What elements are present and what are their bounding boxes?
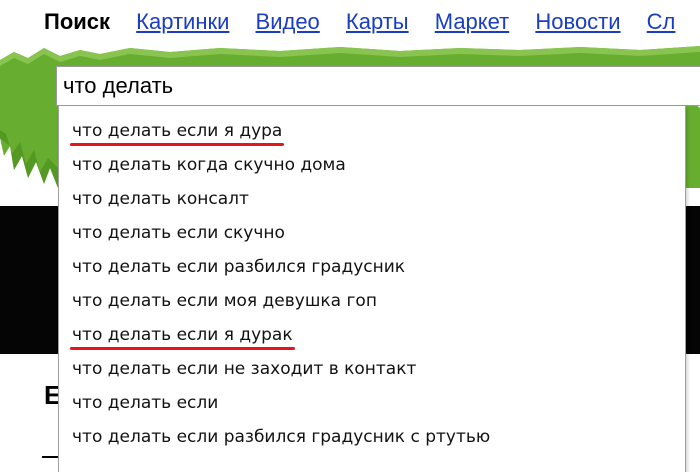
suggestion-item[interactable]: что делать консалт (72, 182, 249, 216)
suggestion-text: что делать консалт (72, 189, 249, 209)
suggestion-text: что делать если разбился градусник (72, 257, 406, 277)
suggestion-item[interactable]: что делать если не заходит в контакт (72, 352, 416, 386)
suggestion-text: что делать если моя девушка гоп (72, 291, 377, 311)
suggestion-item[interactable]: что делать если я дура (69, 114, 285, 148)
nav-item-search: Поиск (44, 9, 111, 34)
nav-item-video[interactable]: Видео (256, 4, 320, 40)
suggestion-text: что делать если (72, 393, 219, 413)
nav-item-dictionaries[interactable]: Сл (647, 4, 676, 40)
nav-item-images[interactable]: Картинки (136, 4, 229, 40)
suggestion-item[interactable]: что делать когда скучно дома (72, 148, 346, 182)
suggestion-item[interactable]: что делать если (72, 386, 218, 420)
search-suggestions-dropdown: что делать если я дура что делать когда … (58, 106, 686, 472)
suggestion-item[interactable]: что делать если скучно (72, 216, 285, 250)
search-box (56, 66, 700, 106)
suggestion-text: что делать если разбился градусник с рту… (72, 427, 491, 447)
search-services-nav: Поиск Картинки Видео Карты Маркет Новост… (0, 4, 700, 40)
nav-item-maps[interactable]: Карты (346, 4, 409, 40)
suggestion-text: что делать если я дура (69, 114, 285, 148)
suggestion-text: что делать если не заходит в контакт (72, 359, 417, 379)
suggestion-text: что делать если скучно (72, 223, 285, 243)
yandex-search-page: Поиск Картинки Видео Карты Маркет Новост… (0, 0, 700, 472)
nav-item-market[interactable]: Маркет (435, 4, 510, 40)
suggestion-item[interactable]: что делать если разбился градусник (72, 250, 405, 284)
nav-item-news[interactable]: Новости (535, 4, 620, 40)
suggestion-text: что делать если я дурак (70, 318, 295, 352)
suggestion-item[interactable]: что делать если разбился градусник с рту… (72, 420, 490, 454)
search-input[interactable] (63, 67, 683, 105)
suggestion-item[interactable]: что делать если я дурак (70, 318, 295, 352)
suggestion-text: что делать когда скучно дома (72, 155, 346, 175)
suggestion-item[interactable]: что делать если моя девушка гоп (72, 284, 377, 318)
